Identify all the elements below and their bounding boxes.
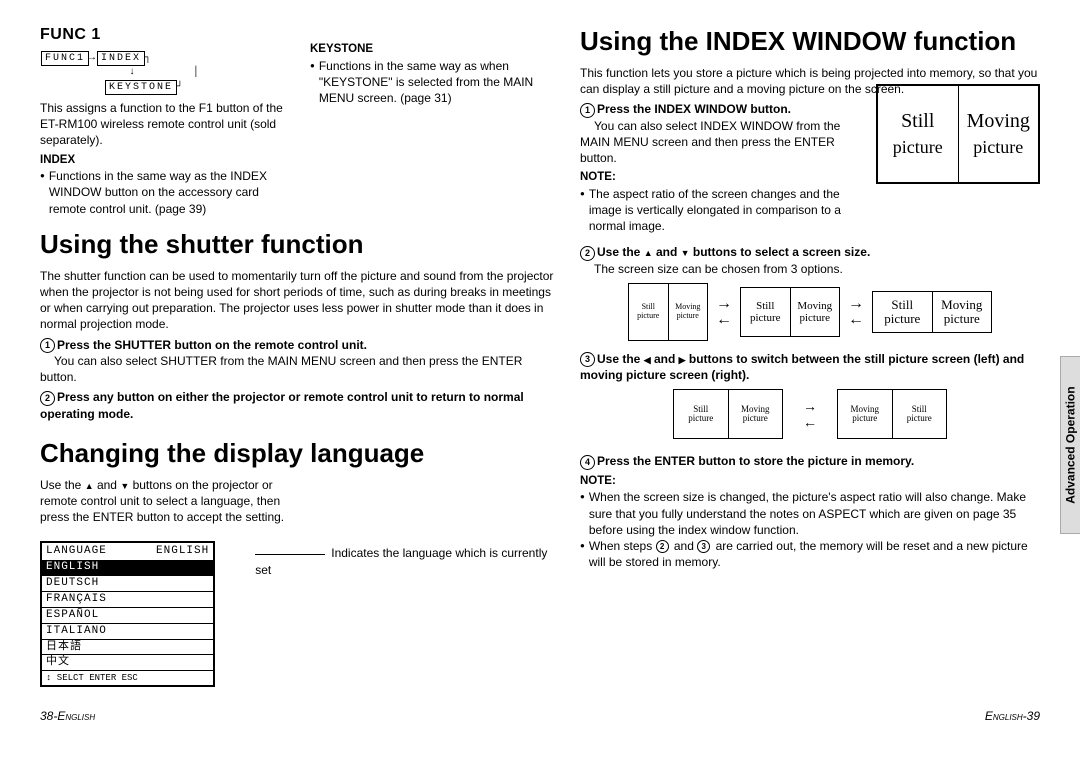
lang-item: ITALIANO — [42, 624, 213, 640]
lang-menu-footer: ↕ SELCT ENTER ESC — [42, 671, 213, 685]
language-intro: Use the and buttons on the projector or … — [40, 477, 290, 526]
lang-item: ESPAÑOL — [42, 608, 213, 624]
section-tab: Advanced Operation — [1060, 356, 1080, 534]
manual-spread: FUNC 1 FUNC1→INDEX┐ ↓ │ KEYSTONE┘ This a… — [0, 0, 1080, 763]
shutter-heading: Using the shutter function — [40, 227, 560, 262]
keystone-text: Functions in the same way as when "KEYST… — [319, 58, 560, 107]
index-subhead: INDEX — [40, 153, 290, 169]
lang-item: 日本語 — [42, 640, 213, 656]
iw-step2: 2Use the and buttons to select a screen … — [580, 244, 1040, 277]
language-caption: Indicates the language which is currentl… — [255, 541, 560, 687]
func1-diagram: FUNC1→INDEX┐ ↓ │ KEYSTONE┘ — [40, 50, 290, 97]
note-label-2: NOTE: — [580, 474, 1040, 490]
note-label: NOTE: — [580, 170, 870, 186]
index-text: Functions in the same way as the INDEX W… — [49, 168, 290, 217]
shutter-step1: 1Press the SHUTTER button on the remote … — [40, 337, 560, 386]
func1-heading: FUNC 1 — [40, 24, 290, 46]
page-footer: 38-English English-39 — [40, 708, 1040, 724]
iw-note2a: When the screen size is changed, the pic… — [589, 489, 1040, 538]
page-number-right: English-39 — [985, 708, 1040, 724]
index-window-illustration: Stillpicture Movingpicture — [876, 84, 1040, 184]
keystone-subhead: KEYSTONE — [310, 42, 560, 58]
lang-item: DEUTSCH — [42, 576, 213, 592]
page-number-left: 38-English — [40, 708, 95, 724]
screen-size-options: Stillpicture Movingpicture →← Stillpictu… — [580, 283, 1040, 341]
lang-item: FRANÇAIS — [42, 592, 213, 608]
language-menu: LANGUAGEENGLISH ENGLISH DEUTSCH FRANÇAIS… — [40, 541, 215, 687]
lang-item: ENGLISH — [42, 560, 213, 576]
keystone-block: KEYSTONE Functions in the same way as wh… — [310, 24, 560, 217]
page-right: Using the INDEX WINDOW function This fun… — [580, 24, 1040, 704]
page-left: FUNC 1 FUNC1→INDEX┐ ↓ │ KEYSTONE┘ This a… — [40, 24, 560, 704]
shutter-intro: The shutter function can be used to mome… — [40, 268, 560, 333]
iw-step3: 3Use the and buttons to switch between t… — [580, 351, 1040, 384]
shutter-step2: 2Press any button on either the projecto… — [40, 389, 560, 422]
language-heading: Changing the display language — [40, 436, 560, 471]
iw-note2b: When steps 2 and 3 are carried out, the … — [589, 538, 1040, 570]
index-window-heading: Using the INDEX WINDOW function — [580, 24, 1040, 59]
lang-item: 中文 — [42, 655, 213, 671]
iw-step1: 1Press the INDEX WINDOW button. You can … — [580, 101, 870, 166]
iw-note1: The aspect ratio of the screen changes a… — [589, 186, 870, 235]
switch-illustration: Stillpicture Movingpicture →← Movingpict… — [580, 389, 1040, 439]
iw-step4: 4Press the ENTER button to store the pic… — [580, 453, 1040, 469]
func1-block: FUNC 1 FUNC1→INDEX┐ ↓ │ KEYSTONE┘ This a… — [40, 24, 290, 217]
func1-intro: This assigns a function to the F1 button… — [40, 100, 290, 149]
